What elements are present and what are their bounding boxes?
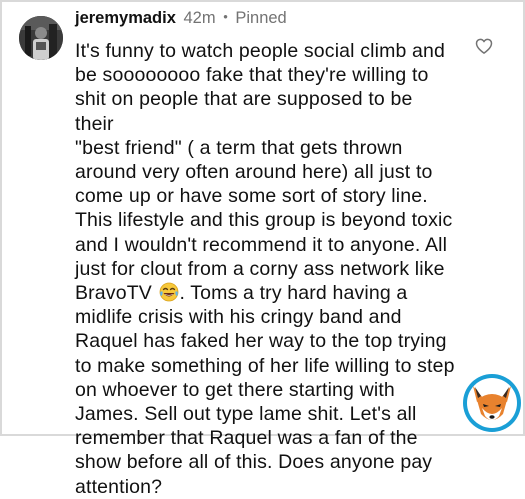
comment-text-part-1: It's funny to watch people social climb … (75, 40, 453, 305)
avatar-photo (19, 16, 63, 60)
fox-logo-icon (461, 372, 523, 434)
laughing-tears-emoji-icon (159, 282, 179, 302)
comment-header: jeremymadix 42m • Pinned (75, 8, 287, 29)
timestamp: 42m (183, 9, 216, 27)
username-link[interactable]: jeremymadix (75, 9, 176, 27)
avatar[interactable] (19, 16, 63, 60)
heart-outline-icon[interactable] (474, 36, 494, 56)
separator-dot: • (223, 9, 228, 24)
pinned-label: Pinned (235, 9, 287, 27)
comment-text-part-2: . Toms a try hard having a midlife crisi… (75, 282, 455, 498)
comment-text: It's funny to watch people social climb … (75, 39, 455, 499)
